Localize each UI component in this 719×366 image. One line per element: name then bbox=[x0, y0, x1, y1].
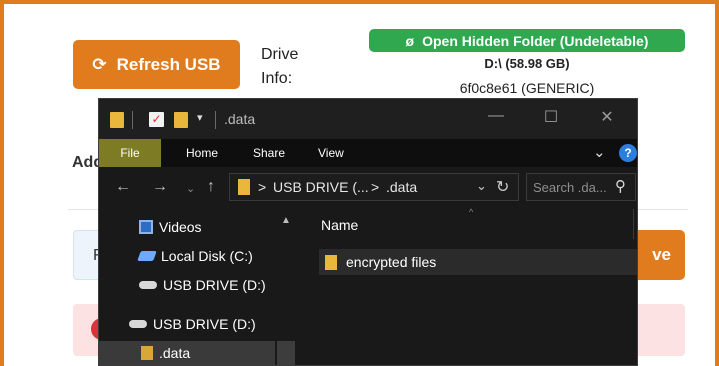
video-icon bbox=[139, 220, 153, 234]
refresh-usb-label: Refresh USB bbox=[116, 54, 221, 74]
nav-item-local-disk[interactable]: Local Disk (C:) bbox=[137, 244, 253, 268]
scroll-up-icon[interactable]: ▲ bbox=[281, 215, 291, 226]
checkmark-icon[interactable]: ✓ bbox=[149, 112, 164, 127]
tab-view[interactable]: View bbox=[318, 139, 344, 167]
nav-item-data[interactable]: .data bbox=[99, 341, 275, 365]
file-name: encrypted files bbox=[346, 254, 437, 270]
drive-serial: 6f0c8e61 (GENERIC) bbox=[459, 80, 595, 96]
forward-button[interactable]: → bbox=[152, 178, 168, 196]
tab-file[interactable]: File bbox=[99, 139, 161, 167]
up-button[interactable]: ↑ bbox=[207, 178, 215, 196]
search-input[interactable] bbox=[533, 178, 613, 196]
save-button-label: ve bbox=[652, 245, 671, 264]
chevron-down-icon[interactable]: ⌄ bbox=[593, 143, 606, 161]
nav-item-videos[interactable]: Videos bbox=[139, 215, 202, 239]
window-title: .data bbox=[224, 111, 256, 127]
list-item[interactable]: encrypted files bbox=[319, 249, 637, 275]
folder-icon bbox=[110, 112, 124, 128]
usb-drive-icon bbox=[139, 281, 157, 289]
eye-slash-icon: ø bbox=[405, 32, 415, 49]
minimize-button[interactable]: — bbox=[481, 107, 511, 125]
name-column-header[interactable]: Name bbox=[321, 217, 358, 233]
tab-home[interactable]: Home bbox=[186, 139, 218, 167]
titlebar-separator bbox=[215, 111, 216, 129]
maximize-button[interactable]: ☐ bbox=[536, 107, 566, 127]
nav-item-usb-drive[interactable]: USB DRIVE (D:) bbox=[139, 273, 266, 297]
recent-locations-button[interactable]: ⌄ bbox=[186, 182, 195, 195]
breadcrumb-data[interactable]: .data bbox=[386, 179, 417, 195]
breadcrumb-separator: > bbox=[258, 179, 267, 195]
dropdown-icon[interactable]: ▾ bbox=[197, 111, 203, 124]
sort-indicator-icon: ^ bbox=[469, 207, 474, 217]
titlebar-separator bbox=[132, 111, 133, 129]
refresh-usb-button[interactable]: ⟳ Refresh USB bbox=[73, 40, 240, 89]
drive-capacity: D:\ (58.98 GB) bbox=[484, 56, 570, 71]
folder-icon bbox=[325, 254, 337, 270]
nav-item-label: .data bbox=[159, 345, 191, 361]
breadcrumb-separator: > bbox=[371, 179, 380, 195]
open-hidden-folder-button[interactable]: ø Open Hidden Folder (Undeletable) bbox=[369, 29, 685, 52]
usb-drive-icon bbox=[129, 320, 147, 328]
nav-item-label: Local Disk (C:) bbox=[161, 248, 253, 264]
breadcrumb-usb-drive[interactable]: USB DRIVE (... bbox=[273, 179, 369, 195]
close-button[interactable]: ✕ bbox=[592, 107, 622, 127]
address-dropdown-icon[interactable]: ⌄ bbox=[476, 178, 487, 194]
folder-icon bbox=[141, 346, 153, 360]
search-box[interactable]: ⚲ bbox=[526, 173, 636, 201]
nav-item-usb-drive-expanded[interactable]: USB DRIVE (D:) bbox=[129, 312, 256, 336]
explorer-ribbon-tabs: File Home Share View ⌄ ? bbox=[99, 139, 637, 167]
refresh-icon[interactable]: ↻ bbox=[496, 177, 509, 197]
explorer-navigation-bar: ← → ⌄ ↑ > USB DRIVE (... > .data ⌄ ↻ ⚲ bbox=[99, 167, 637, 207]
nav-item-label: USB DRIVE (D:) bbox=[163, 277, 266, 293]
address-bar[interactable]: > USB DRIVE (... > .data ⌄ ↻ bbox=[229, 173, 519, 201]
open-hidden-folder-label: Open Hidden Folder (Undeletable) bbox=[422, 32, 649, 49]
explorer-titlebar[interactable]: ✓ ▾ .data — ☐ ✕ bbox=[99, 99, 637, 139]
folder-icon[interactable] bbox=[174, 112, 188, 128]
search-icon[interactable]: ⚲ bbox=[615, 177, 626, 195]
tab-share[interactable]: Share bbox=[253, 139, 285, 167]
help-icon[interactable]: ? bbox=[619, 144, 637, 162]
nav-item-label: Videos bbox=[159, 219, 202, 235]
file-explorer-window: ✓ ▾ .data — ☐ ✕ File Home Share View ⌄ ?… bbox=[98, 98, 638, 366]
column-divider[interactable] bbox=[633, 209, 634, 239]
refresh-icon: ⟳ bbox=[92, 55, 107, 74]
disk-icon bbox=[137, 251, 157, 261]
drive-info-label: Drive Info: bbox=[261, 46, 299, 87]
back-button[interactable]: ← bbox=[115, 178, 131, 196]
scrollbar[interactable] bbox=[277, 341, 295, 365]
folder-icon bbox=[238, 179, 250, 195]
nav-item-label: USB DRIVE (D:) bbox=[153, 316, 256, 332]
